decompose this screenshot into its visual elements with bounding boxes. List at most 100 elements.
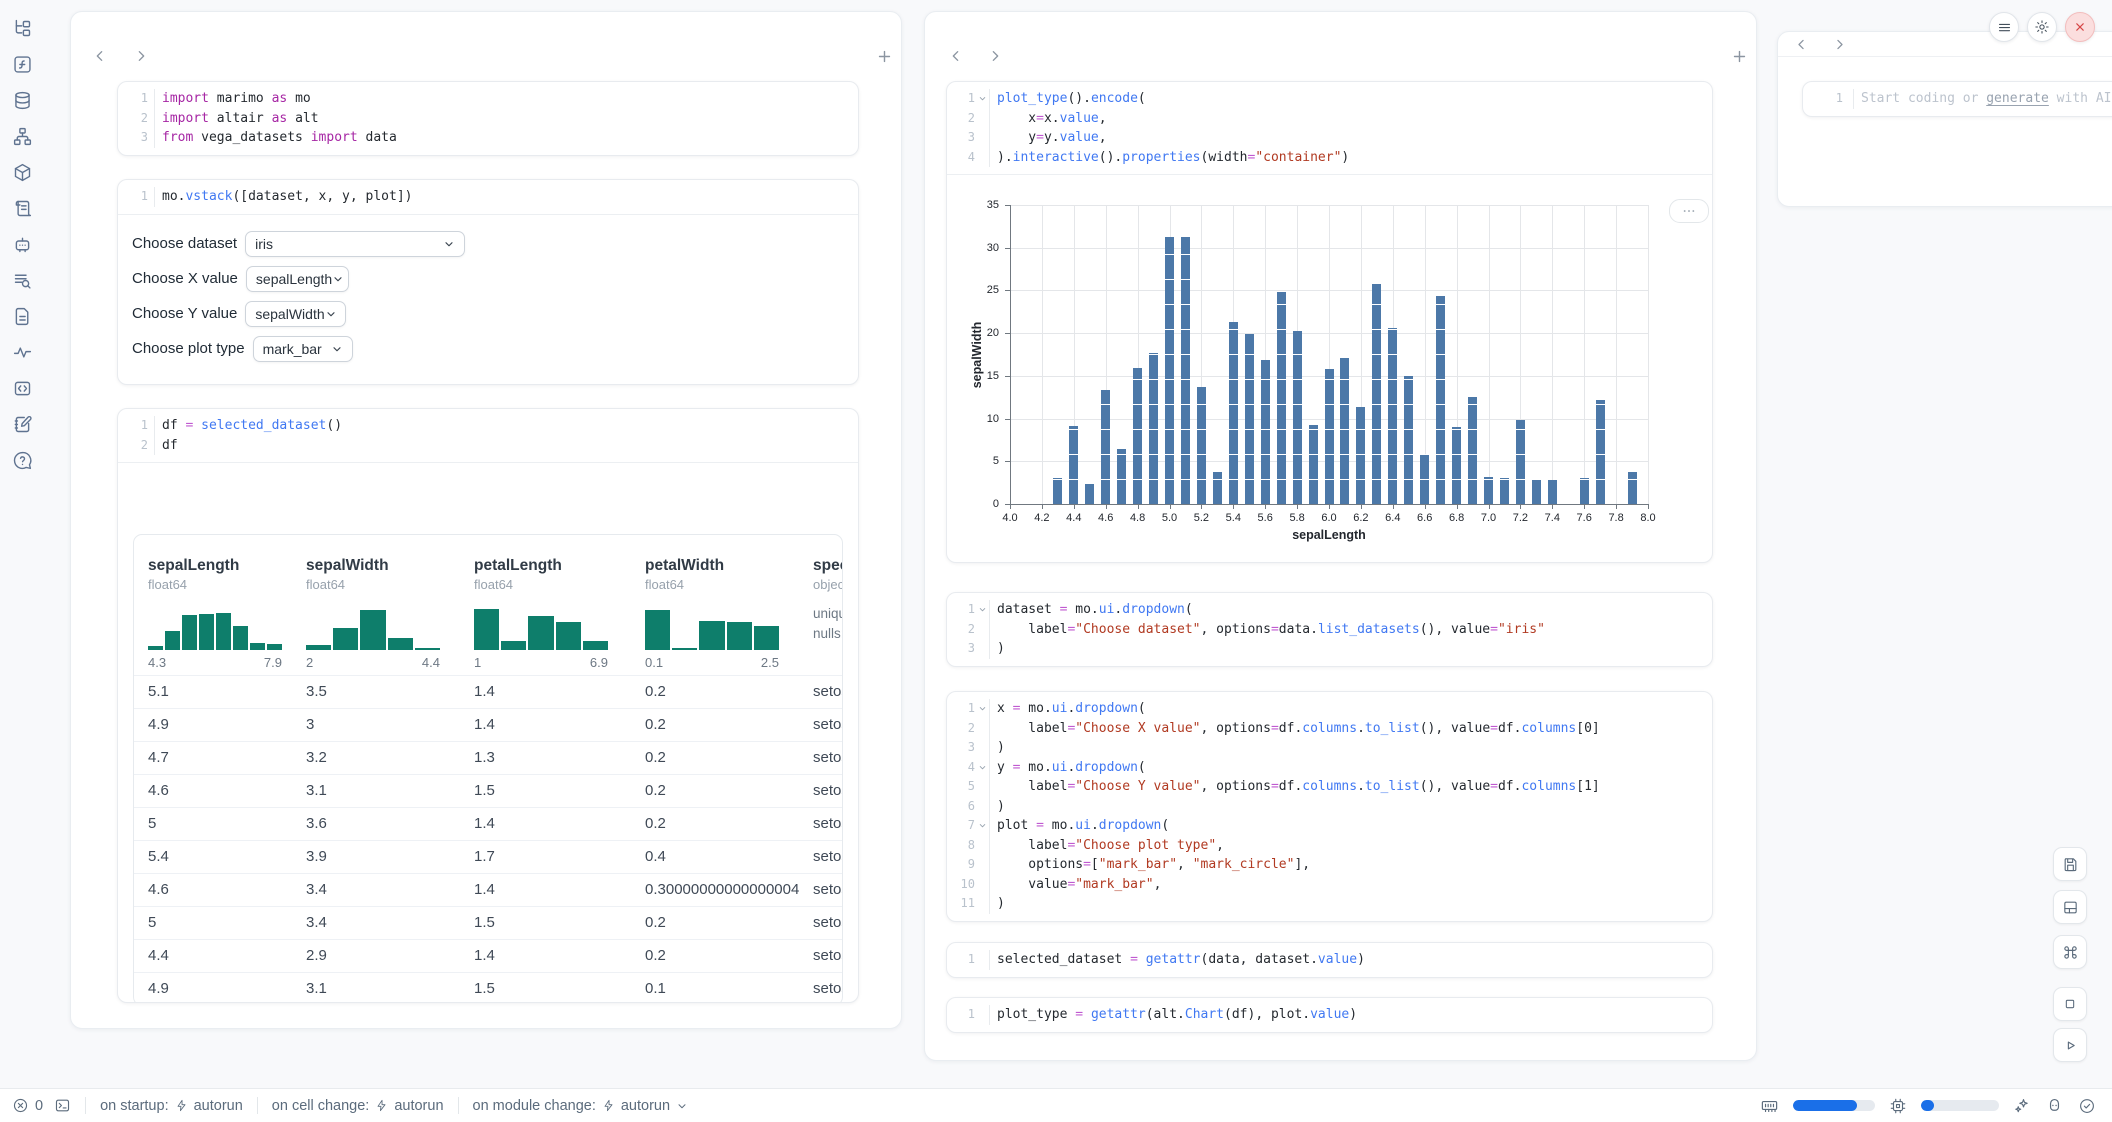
code-editor[interactable]: 1selected_dataset = getattr(data, datase…: [947, 943, 1712, 977]
dropdown-choose-plot-type[interactable]: mark_bar: [253, 336, 353, 362]
autorun-value: autorun: [394, 1098, 443, 1114]
table-column-header[interactable]: speciesobjectunique:nulls:: [813, 557, 843, 644]
table-column-header[interactable]: petalWidthfloat640.12.5: [645, 557, 795, 670]
column-name: species: [813, 557, 843, 575]
y-tick-label: 30: [973, 242, 999, 254]
autorun-config-2[interactable]: on module change:autorun: [473, 1098, 689, 1114]
memory-usage-bar: [1793, 1100, 1875, 1111]
error-count-button[interactable]: 0: [12, 1097, 43, 1114]
column-range: 4.37.9: [148, 655, 282, 670]
table-row[interactable]: 4.73.21.30.2setosa: [134, 741, 842, 775]
table-row[interactable]: 4.931.40.2setosa: [134, 708, 842, 742]
sidebar-item-notebook-pen[interactable]: [11, 414, 33, 435]
menu-button[interactable]: [1989, 12, 2019, 42]
chevron-down-icon: [978, 704, 987, 713]
code-cell-dataframe[interactable]: 1df = selected_dataset()2df sepalLengthf…: [117, 408, 859, 1003]
fold-toggle-icon[interactable]: [975, 699, 989, 719]
table-row[interactable]: 4.63.11.50.2setosa: [134, 774, 842, 808]
chart-bar: [1580, 478, 1589, 504]
x-gridline: [1584, 205, 1585, 504]
column-right-button[interactable]: [132, 47, 150, 65]
ai-assistant-button[interactable]: [2045, 1096, 2064, 1115]
hierarchy-icon: [12, 126, 33, 147]
terminal-button[interactable]: [54, 1097, 71, 1114]
kernel-status-button[interactable]: [2078, 1097, 2096, 1115]
sidebar-item-text-search[interactable]: [11, 270, 33, 291]
sidebar-item-help-bubble[interactable]: [11, 450, 33, 471]
close-panel-button[interactable]: [2065, 12, 2095, 42]
table-row[interactable]: 4.42.91.40.2setosa: [134, 939, 842, 973]
dropdown-choose-y-value[interactable]: sepalWidth: [245, 301, 346, 327]
chart-bar: [1596, 400, 1605, 504]
code-cell-vstack[interactable]: 1mo.vstack([dataset, x, y, plot]) Choose…: [117, 179, 859, 385]
code-cell-imports[interactable]: 1import marimo as mo2import altair as al…: [117, 81, 859, 156]
code-editor[interactable]: 1import marimo as mo2import altair as al…: [118, 82, 858, 155]
add-cell-button[interactable]: [1730, 47, 1748, 65]
fold-toggle-icon[interactable]: [975, 816, 989, 836]
sidebar-item-scroll[interactable]: [11, 198, 33, 219]
table-row[interactable]: 5.43.91.70.4setosa: [134, 840, 842, 874]
scratch-forward-button[interactable]: [1830, 35, 1848, 53]
code-editor[interactable]: 1plot_type = getattr(alt.Chart(df), plot…: [947, 998, 1712, 1032]
x-tick-label: 6.8: [1442, 512, 1472, 524]
command-palette-button[interactable]: [2053, 935, 2087, 969]
dropdown-choose-dataset[interactable]: iris: [245, 231, 465, 257]
autorun-config-0[interactable]: on startup:autorun: [100, 1098, 243, 1114]
table-row[interactable]: 53.61.40.2setosa: [134, 807, 842, 841]
scratchpad-cell[interactable]: 1Start coding or generate with AI: [1802, 81, 2112, 117]
code-cell-selected-dataset[interactable]: 1selected_dataset = getattr(data, datase…: [946, 942, 1713, 978]
table-row[interactable]: 4.63.41.40.30000000000000004setosa: [134, 873, 842, 907]
fold-toggle-icon[interactable]: [975, 600, 989, 620]
fold-spacer: [975, 639, 989, 659]
sidebar-item-database[interactable]: [11, 90, 33, 111]
fold-toggle-icon[interactable]: [975, 89, 989, 109]
sidebar-item-activity[interactable]: [11, 342, 33, 363]
code-editor[interactable]: 1Start coding or generate with AI: [1803, 82, 2112, 116]
autorun-config-1[interactable]: on cell change:autorun: [272, 1098, 444, 1114]
code-cell-xy-dropdowns[interactable]: 1x = mo.ui.dropdown(2 label="Choose X va…: [946, 691, 1713, 922]
add-cell-button[interactable]: [875, 47, 893, 65]
sidebar-item-file-tree[interactable]: [11, 18, 33, 39]
x-tick-label: 7.8: [1601, 512, 1631, 524]
code-cell-plot[interactable]: 1plot_type().encode(2 x=x.value,3 y=y.va…: [946, 81, 1713, 563]
stop-kernel-button[interactable]: [2053, 987, 2087, 1021]
altair-chart[interactable]: 051015202530354.04.24.44.64.85.05.25.45.…: [947, 175, 1712, 562]
sidebar-item-function-square[interactable]: [11, 54, 33, 75]
check-circle-icon: [2078, 1097, 2096, 1115]
code-editor[interactable]: 1x = mo.ui.dropdown(2 label="Choose X va…: [947, 692, 1712, 921]
sidebar-item-package[interactable]: [11, 162, 33, 183]
table-column-header[interactable]: sepalLengthfloat644.37.9: [148, 557, 298, 670]
column-left-button[interactable]: [91, 47, 109, 65]
settings-button[interactable]: [2027, 12, 2057, 42]
code-editor[interactable]: 1plot_type().encode(2 x=x.value,3 y=y.va…: [947, 82, 1712, 174]
sidebar-item-code-box[interactable]: [11, 378, 33, 399]
code-cell-plot-type[interactable]: 1plot_type = getattr(alt.Chart(df), plot…: [946, 997, 1713, 1033]
table-column-header[interactable]: sepalWidthfloat6424.4: [306, 557, 456, 670]
layout-toggle-button[interactable]: [2053, 890, 2087, 924]
chevron-down-icon: [331, 343, 343, 355]
sidebar-item-file-text[interactable]: [11, 306, 33, 327]
scratch-back-button[interactable]: [1792, 35, 1810, 53]
sidebar-item-hierarchy[interactable]: [11, 126, 33, 147]
code-editor[interactable]: 1df = selected_dataset()2df: [118, 409, 858, 462]
column-left-button[interactable]: [947, 47, 965, 65]
code-cell-dataset-dropdown[interactable]: 1dataset = mo.ui.dropdown(2 label="Choos…: [946, 592, 1713, 667]
fold-toggle-icon[interactable]: [975, 758, 989, 778]
table-row[interactable]: 5.13.51.40.2setosa: [134, 675, 842, 709]
chart-bar: [1516, 420, 1525, 504]
table-row[interactable]: 4.93.11.50.1setosa: [134, 972, 842, 1002]
table-column-header[interactable]: petalLengthfloat6416.9: [474, 557, 624, 670]
ai-sparkles-button[interactable]: [2013, 1097, 2031, 1115]
icon-sidebar: [0, 0, 44, 1088]
sidebar-item-bot[interactable]: [11, 234, 33, 255]
table-row[interactable]: 53.41.50.2setosa: [134, 906, 842, 940]
column-right-button[interactable]: [986, 47, 1004, 65]
dropdown-choose-x-value[interactable]: sepalLength: [246, 266, 349, 292]
x-tick-label: 4.0: [995, 512, 1025, 524]
run-all-button[interactable]: [2053, 1028, 2087, 1062]
code-editor[interactable]: 1mo.vstack([dataset, x, y, plot]): [118, 180, 858, 214]
save-notebook-button[interactable]: [2053, 847, 2087, 881]
chart-menu-button[interactable]: [1669, 199, 1709, 223]
code-editor[interactable]: 1dataset = mo.ui.dropdown(2 label="Choos…: [947, 593, 1712, 666]
table-cell: 3.4: [306, 914, 327, 931]
